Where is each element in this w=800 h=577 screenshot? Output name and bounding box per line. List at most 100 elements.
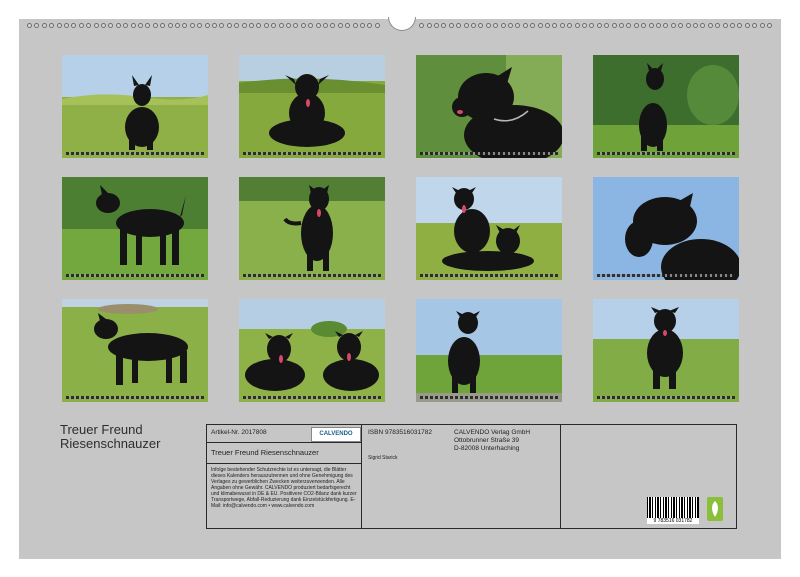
binding-ring xyxy=(767,23,772,28)
binding-ring xyxy=(108,23,114,28)
binding-ring xyxy=(241,23,247,28)
binding-ring xyxy=(27,23,32,28)
photo-feb xyxy=(239,55,385,158)
binding-ring xyxy=(78,23,84,28)
binding-ring xyxy=(123,23,129,28)
binding-ring xyxy=(93,23,99,28)
imprint-box: Artikel-Nr. 2017808 CALVENDO Treuer Freu… xyxy=(206,424,737,529)
calvendo-logo: CALVENDO xyxy=(311,427,361,442)
binding-ring xyxy=(567,23,573,28)
imprint-column-1: Artikel-Nr. 2017808 CALVENDO Treuer Freu… xyxy=(207,425,362,528)
binding-ring xyxy=(212,23,217,28)
binding-ring xyxy=(515,23,521,28)
binding-ring xyxy=(604,23,610,28)
binding-ring xyxy=(537,23,543,28)
binding-ring xyxy=(648,23,654,28)
binding-ring xyxy=(271,23,277,28)
binding-ring xyxy=(493,23,499,28)
binding-ring xyxy=(197,23,203,28)
binding-ring xyxy=(441,23,447,28)
binding-ring xyxy=(545,23,550,28)
barcode xyxy=(647,497,699,519)
publisher-street: Ottobrunner Straße 39 xyxy=(454,437,520,444)
photo-may xyxy=(62,177,208,280)
binding-ring xyxy=(56,23,62,28)
binding-ring xyxy=(323,23,328,28)
article-number: Artikel-Nr. 2017808 xyxy=(211,429,267,436)
binding-ring xyxy=(167,23,173,28)
binding-ring xyxy=(160,23,166,28)
divider xyxy=(207,463,361,464)
binding-ring xyxy=(263,23,269,28)
binding-ring xyxy=(41,23,47,28)
binding-ring xyxy=(641,23,647,28)
binding-ring xyxy=(485,23,491,28)
photo-dec xyxy=(593,299,739,402)
publisher-name: CALVENDO Verlag GmbH xyxy=(454,429,531,436)
binding-ring xyxy=(115,23,121,28)
photo-nov xyxy=(416,299,562,402)
binding-ring xyxy=(737,23,743,28)
binding-ring xyxy=(626,23,632,28)
binding-ring xyxy=(700,23,706,28)
binding-ring xyxy=(49,23,55,28)
binding-ring xyxy=(204,23,210,28)
binding-ring xyxy=(663,23,669,28)
binding-ring xyxy=(448,23,454,28)
binding-ring xyxy=(574,23,580,28)
binding-ring xyxy=(293,23,299,28)
binding-ring xyxy=(419,23,425,28)
photo-jul xyxy=(416,177,562,280)
binding-ring xyxy=(34,23,40,28)
legal-text: Infolge bestehender Schutzrechte ist es … xyxy=(211,467,357,509)
binding-ring xyxy=(596,23,602,28)
binding-ring xyxy=(286,23,291,28)
binding-ring xyxy=(130,23,136,28)
divider xyxy=(207,442,361,443)
binding-ring xyxy=(508,23,513,28)
binding-ring xyxy=(345,23,351,28)
calendar-back-cover: Treuer Freund Riesenschnauzer Artikel-Nr… xyxy=(19,17,781,559)
binding-ring xyxy=(152,23,158,28)
photo-jan xyxy=(62,55,208,158)
imprint-column-2: ISBN 9783516031782 Sigrid Starick CALVEN… xyxy=(362,425,561,528)
binding-ring xyxy=(315,23,321,28)
binding-ring xyxy=(715,23,721,28)
binding-ring xyxy=(744,23,750,28)
binding-ring xyxy=(308,23,314,28)
binding-ring xyxy=(175,23,180,28)
binding-ring xyxy=(219,23,225,28)
binding-ring xyxy=(86,23,92,28)
binding-ring xyxy=(226,23,232,28)
binding-ring xyxy=(426,23,432,28)
binding-ring xyxy=(678,23,684,28)
binding-ring xyxy=(730,23,735,28)
binding-ring xyxy=(352,23,358,28)
author: Sigrid Starick xyxy=(368,455,398,461)
binding-ring xyxy=(500,23,506,28)
binding-ring xyxy=(278,23,284,28)
binding-ring xyxy=(759,23,765,28)
binding-ring xyxy=(182,23,188,28)
binding-ring xyxy=(693,23,698,28)
title-line-1: Treuer Freund xyxy=(60,422,143,437)
photo-aug xyxy=(593,177,739,280)
binding-ring xyxy=(722,23,728,28)
binding-ring xyxy=(463,23,469,28)
binding-ring xyxy=(707,23,713,28)
binding-ring xyxy=(330,23,336,28)
binding-ring xyxy=(360,23,365,28)
binding-ring xyxy=(101,23,106,28)
binding-ring xyxy=(685,23,691,28)
binding-ring xyxy=(478,23,484,28)
isbn: ISBN 9783516031782 xyxy=(368,429,432,436)
binding-ring xyxy=(138,23,143,28)
product-title: Treuer Freund Riesenschnauzer xyxy=(211,448,319,457)
photo-oct xyxy=(239,299,385,402)
binding-ring xyxy=(256,23,262,28)
photo-sep xyxy=(62,299,208,402)
binding-ring xyxy=(64,23,69,28)
binding-ring xyxy=(552,23,558,28)
calendar-title: Treuer Freund Riesenschnauzer xyxy=(60,423,160,451)
ean-number: 9 783516 031782 xyxy=(647,518,699,524)
